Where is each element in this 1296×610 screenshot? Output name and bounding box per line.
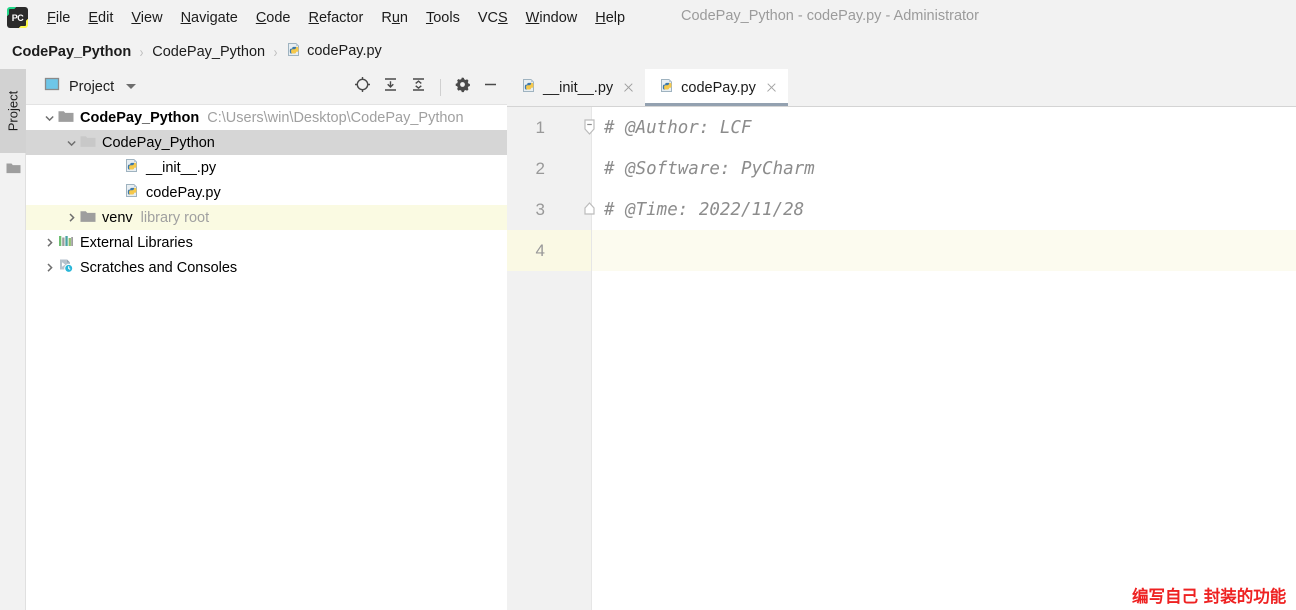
pycharm-logo-text: PC <box>9 9 26 26</box>
folder-icon <box>80 209 96 227</box>
tree-node-scratches-and-consoles[interactable]: Scratches and Consoles <box>26 255 507 280</box>
editor-tab-label: __init__.py <box>543 79 614 96</box>
code-text: # @Author: LCF <box>604 117 752 138</box>
tree-node-label: External Libraries <box>80 234 193 251</box>
breadcrumb-item-label: CodePay_Python <box>12 44 132 60</box>
close-icon[interactable] <box>765 81 778 94</box>
chevron-right-icon[interactable] <box>40 236 58 249</box>
fold-start-icon[interactable] <box>582 118 597 137</box>
menu-item-file[interactable]: File <box>38 7 79 29</box>
menu-item-help[interactable]: Help <box>586 7 634 29</box>
chevron-down-icon[interactable] <box>40 111 58 124</box>
tree-node-label: __init__.py <box>146 159 217 176</box>
python-file-icon <box>124 158 140 178</box>
tree-node-codepay-python[interactable]: CodePay_Python C:\Users\win\Desktop\CodeP… <box>26 105 507 130</box>
gear-icon[interactable] <box>454 76 471 98</box>
code-content: 1 # @Author: LCF 2 # @Software: PyCharm 3 # @… <box>507 107 1296 271</box>
breadcrumb: CodePay_Python › CodePay_Python › codePay.py <box>0 35 1296 69</box>
title-bar: PC File Edit View Navigate Code Refactor Run To… <box>0 0 1296 35</box>
breadcrumb-item-label: codePay.py <box>307 43 382 59</box>
scratches-icon <box>58 258 74 277</box>
python-file-icon <box>521 78 537 98</box>
toolbar-divider <box>440 78 441 96</box>
external-libraries-icon <box>58 234 74 252</box>
line-number: 1 <box>535 117 545 137</box>
tree-node-label: CodePay_Python <box>80 109 200 126</box>
menu-item-edit[interactable]: Edit <box>79 7 122 29</box>
minimize-icon[interactable] <box>482 76 499 98</box>
collapse-all-icon[interactable] <box>410 76 427 98</box>
close-icon[interactable] <box>622 81 635 94</box>
menu-item-window[interactable]: Window <box>517 7 587 29</box>
tree-node-label: CodePay_Python <box>102 134 215 151</box>
project-view-icon <box>44 76 60 97</box>
locate-icon[interactable] <box>354 76 371 98</box>
tool-window-button-project[interactable]: Project <box>0 69 26 153</box>
code-text: # @Software: PyCharm <box>604 158 815 179</box>
tree-node-sublabel: C:\Users\win\Desktop\CodePay_Python <box>207 109 464 126</box>
project-panel-title: Project <box>69 78 115 95</box>
python-file-icon <box>124 183 140 203</box>
fold-end-icon[interactable] <box>582 200 597 219</box>
code-line-3: 3 # @Time: 2022/11/28 <box>507 189 1296 230</box>
menu-item-navigate[interactable]: Navigate <box>172 7 247 29</box>
annotation-text: 编写自己 封装的功能 <box>1132 587 1287 606</box>
menu-item-code[interactable]: Code <box>247 7 300 29</box>
python-file-icon <box>659 78 675 98</box>
menu-item-run[interactable]: Run <box>372 7 417 29</box>
tree-node-label: Scratches and Consoles <box>80 259 238 276</box>
left-tool-strip: Project <box>0 69 26 610</box>
tree-node--init-py[interactable]: __init__.py <box>26 155 507 180</box>
breadcrumb-item-1[interactable]: CodePay_Python <box>152 44 265 60</box>
expand-all-icon[interactable] <box>382 76 399 98</box>
source-root-folder-icon <box>80 134 96 152</box>
editor-body[interactable]: 1 # @Author: LCF 2 # @Software: PyCharm 3 # @… <box>507 107 1296 610</box>
breadcrumb-separator: › <box>273 43 278 61</box>
line-number: 2 <box>535 158 545 178</box>
code-line-4: 4 <box>507 230 1296 271</box>
project-panel-toolbar <box>354 69 499 105</box>
editor-tab-codepay-py[interactable]: codePay.py <box>645 69 788 106</box>
menu-bar: File Edit View Navigate Code Refactor Run Tools… <box>38 7 634 29</box>
code-line-1: 1 # @Author: LCF <box>507 107 1296 148</box>
chevron-right-icon[interactable] <box>62 211 80 224</box>
project-tree: CodePay_Python C:\Users\win\Desktop\CodeP… <box>26 105 507 280</box>
python-file-icon <box>286 42 302 62</box>
breadcrumb-item-2[interactable]: codePay.py <box>286 42 382 62</box>
breadcrumb-separator: › <box>139 43 144 61</box>
code-line-2: 2 # @Software: PyCharm <box>507 148 1296 189</box>
editor-area: __init__.py codePay.py 1 # @Author: LCF 2 # … <box>507 69 1296 610</box>
line-number: 4 <box>535 240 545 260</box>
menu-item-refactor[interactable]: Refactor <box>300 7 373 29</box>
editor-tab-label: codePay.py <box>681 79 756 96</box>
code-text: # @Time: 2022/11/28 <box>604 199 805 220</box>
folder-icon <box>58 109 74 127</box>
menu-item-vcs[interactable]: VCS <box>469 7 517 29</box>
tree-node-label: codePay.py <box>146 184 221 201</box>
tree-node-codepay-py[interactable]: codePay.py <box>26 180 507 205</box>
breadcrumb-items: CodePay_Python › CodePay_Python › codePay.py <box>12 42 382 62</box>
tree-node-venv[interactable]: venv library root <box>26 205 507 230</box>
editor-tab--init-py[interactable]: __init__.py <box>507 69 645 106</box>
tree-node-external-libraries[interactable]: External Libraries <box>26 230 507 255</box>
project-tool-window: Project CodePay_Python C:\Users\win\Desk… <box>26 69 507 610</box>
folder-icon[interactable] <box>6 161 21 174</box>
breadcrumb-item-label: CodePay_Python <box>152 44 266 60</box>
menu-item-view[interactable]: View <box>122 7 171 29</box>
tool-window-button-project-label: Project <box>5 90 21 132</box>
menu-item-tools[interactable]: Tools <box>417 7 469 29</box>
pycharm-window: PC File Edit View Navigate Code Refactor Run To… <box>0 0 1296 610</box>
tree-node-sublabel: library root <box>140 209 210 226</box>
chevron-right-icon[interactable] <box>40 261 58 274</box>
tree-node-codepay-python[interactable]: CodePay_Python <box>26 130 507 155</box>
tree-node-label: venv <box>102 209 133 226</box>
breadcrumb-item-0[interactable]: CodePay_Python <box>12 44 131 60</box>
window-title: CodePay_Python - codePay.py - Administra… <box>681 8 979 24</box>
chevron-down-icon[interactable] <box>126 84 137 89</box>
pycharm-logo-icon: PC <box>7 7 28 28</box>
editor-tab-bar: __init__.py codePay.py <box>507 69 1296 107</box>
project-panel-header: Project <box>26 69 507 105</box>
chevron-down-icon[interactable] <box>62 136 80 149</box>
line-number: 3 <box>535 199 545 219</box>
